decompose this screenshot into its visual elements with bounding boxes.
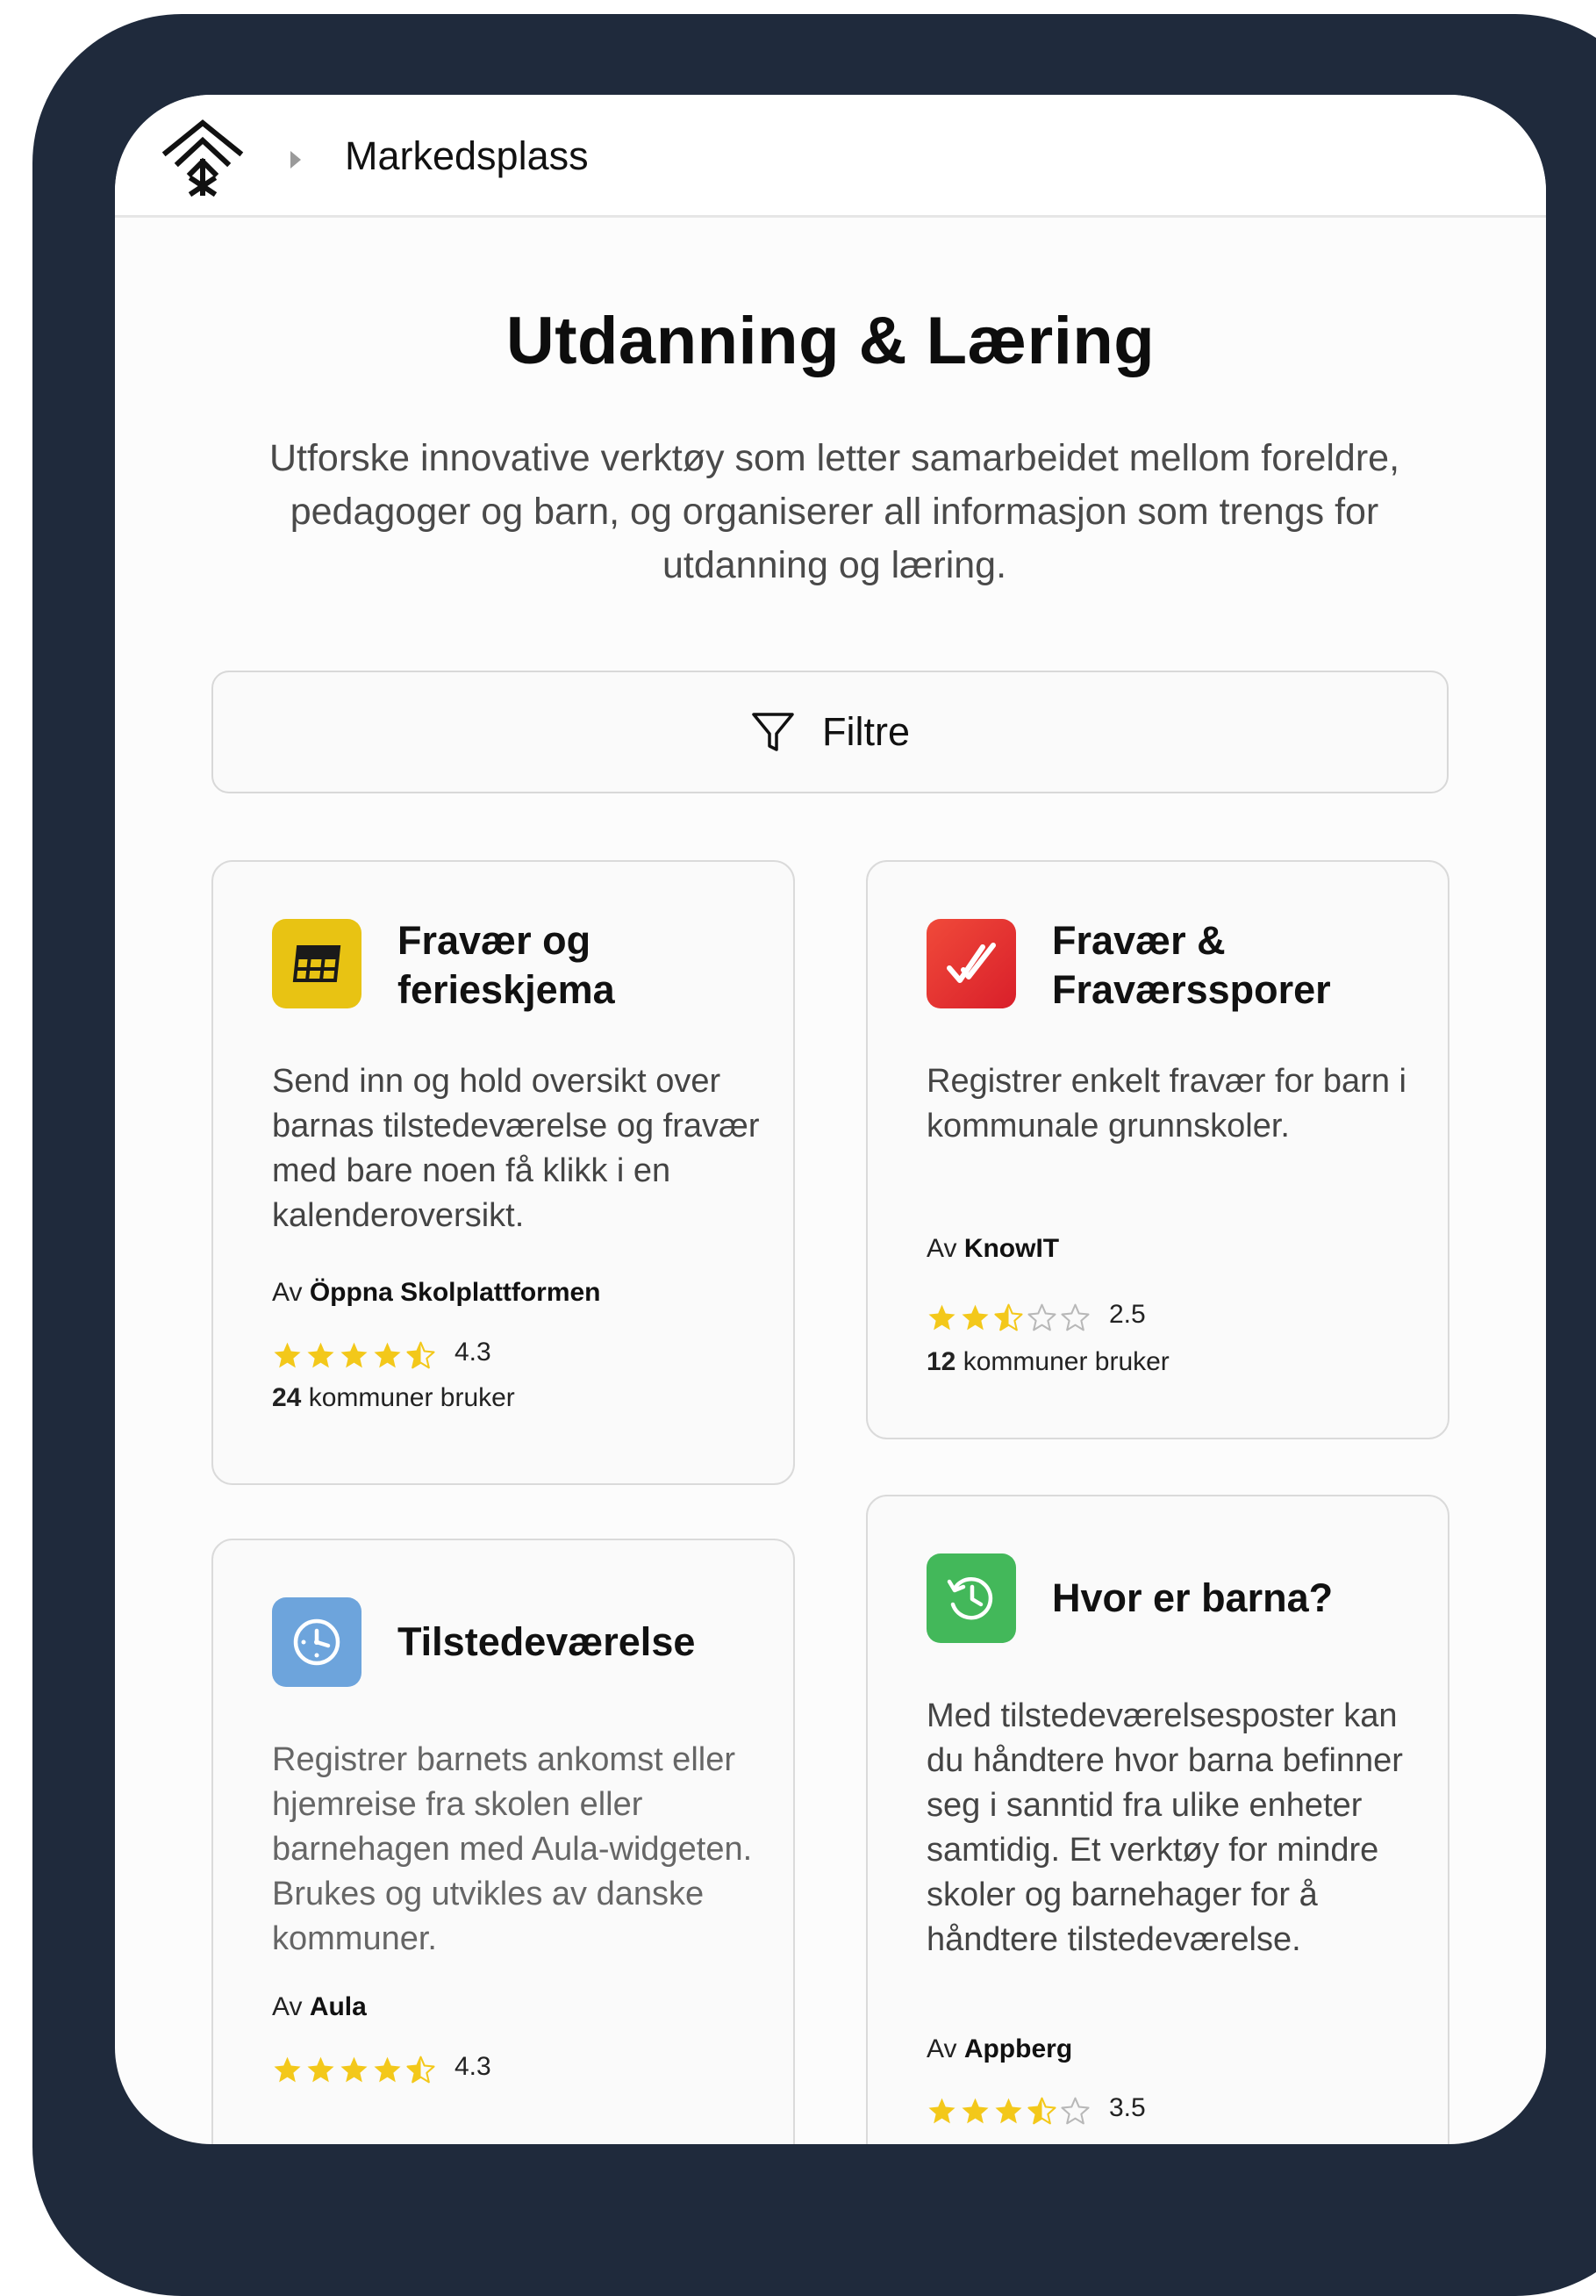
card-title[interactable]: Fravær & Fraværssporer bbox=[1052, 916, 1438, 1015]
app-card[interactable]: Fravær og ferieskjema Send inn og hold o… bbox=[211, 860, 795, 1485]
breadcrumb-title[interactable]: Markedsplass bbox=[345, 133, 589, 179]
app-icon-tile bbox=[927, 919, 1016, 1008]
filter-button[interactable]: Filtre bbox=[211, 671, 1449, 793]
card-vendor: Av Öppna Skolplattformen bbox=[272, 1278, 601, 1307]
star-half-icon bbox=[1027, 2097, 1056, 2125]
star-full-icon bbox=[374, 2056, 401, 2083]
card-description: Send inn og hold oversikt over barnas ti… bbox=[272, 1063, 760, 1234]
app-icon-tile bbox=[927, 1553, 1016, 1643]
rating-value: 4.3 bbox=[454, 1337, 491, 1367]
star-empty-icon bbox=[1061, 2097, 1090, 2125]
star-empty-icon bbox=[1061, 1303, 1090, 1331]
card-vendor: Av Aula bbox=[272, 1992, 367, 2021]
star-full-icon bbox=[374, 1342, 401, 1368]
star-empty-icon bbox=[1027, 1303, 1056, 1331]
card-title[interactable]: Hvor er barna? bbox=[1052, 1574, 1438, 1623]
star-full-icon bbox=[928, 2098, 955, 2124]
star-full-icon bbox=[274, 2056, 301, 2083]
rating-value: 2.5 bbox=[1109, 1299, 1146, 1329]
star-full-icon bbox=[340, 2056, 368, 2083]
calendar-grid-icon bbox=[292, 945, 341, 982]
filter-label: Filtre bbox=[822, 709, 910, 754]
star-half-icon bbox=[406, 1341, 435, 1369]
card-title[interactable]: Tilstedeværelse bbox=[397, 1618, 784, 1667]
card-description: Med tilstedeværelsesposter kan du håndte… bbox=[927, 1697, 1403, 1958]
top-bar: Markedsplass bbox=[115, 95, 1546, 218]
card-description: Registrer barnets ankomst eller hjemreis… bbox=[272, 1741, 753, 1957]
star-full-icon bbox=[962, 2098, 989, 2124]
vendor-name: Aula bbox=[309, 1992, 367, 2021]
diamond-tree-logo[interactable] bbox=[161, 118, 245, 197]
star-full-icon bbox=[274, 1342, 301, 1368]
card-vendor: Av Appberg bbox=[927, 2034, 1073, 2063]
star-half-icon bbox=[994, 1303, 1023, 1331]
app-icon-tile bbox=[272, 1597, 361, 1687]
app-screen: Markedsplass Utdanning & Læring Utforske… bbox=[115, 95, 1546, 2144]
vendor-name: KnowIT bbox=[963, 1234, 1060, 1263]
star-rating: 4.3 bbox=[272, 1337, 491, 1371]
rating-value: 3.5 bbox=[1109, 2092, 1146, 2122]
vendor-name: Appberg bbox=[963, 2034, 1073, 2063]
clock-icon bbox=[293, 1618, 340, 1666]
page-description: Utforske innovative verktøy som letter s… bbox=[268, 437, 1400, 586]
card-vendor: Av KnowIT bbox=[927, 1234, 1060, 1263]
history-clock-icon bbox=[947, 1576, 993, 1620]
star-half-icon bbox=[406, 2056, 435, 2084]
star-full-icon bbox=[307, 1342, 334, 1368]
app-card[interactable]: Fravær & Fraværssporer Registrer enkelt … bbox=[866, 860, 1449, 1439]
star-full-icon bbox=[995, 2098, 1022, 2124]
filter-icon bbox=[752, 713, 794, 751]
star-rating: 3.5 bbox=[927, 2092, 1146, 2127]
usage-count: 24 kommuner bruker bbox=[272, 1383, 515, 1412]
card-description: Registrer enkelt fravær for barn i kommu… bbox=[927, 1063, 1406, 1144]
double-check-icon bbox=[947, 943, 996, 983]
star-full-icon bbox=[962, 1304, 989, 1331]
star-full-icon bbox=[307, 2056, 334, 2083]
usage-count: 12 kommuner bruker bbox=[927, 1347, 1170, 1376]
page-title: Utdanning & Læring bbox=[505, 304, 1156, 378]
star-full-icon bbox=[928, 1304, 955, 1331]
star-full-icon bbox=[340, 1342, 368, 1368]
vendor-name: Öppna Skolplattformen bbox=[309, 1278, 601, 1307]
star-rating: 4.3 bbox=[272, 2051, 491, 2085]
star-rating: 2.5 bbox=[927, 1299, 1146, 1333]
chevron-right-icon bbox=[290, 151, 301, 169]
app-icon-tile bbox=[272, 919, 361, 1008]
card-title[interactable]: Fravær og ferieskjema bbox=[397, 916, 784, 1015]
rating-value: 4.3 bbox=[454, 2051, 491, 2081]
app-card[interactable]: Tilstedeværelse Registrer barnets ankoms… bbox=[211, 1539, 795, 2144]
app-card[interactable]: Hvor er barna? Med tilstedeværelsesposte… bbox=[866, 1495, 1449, 2144]
